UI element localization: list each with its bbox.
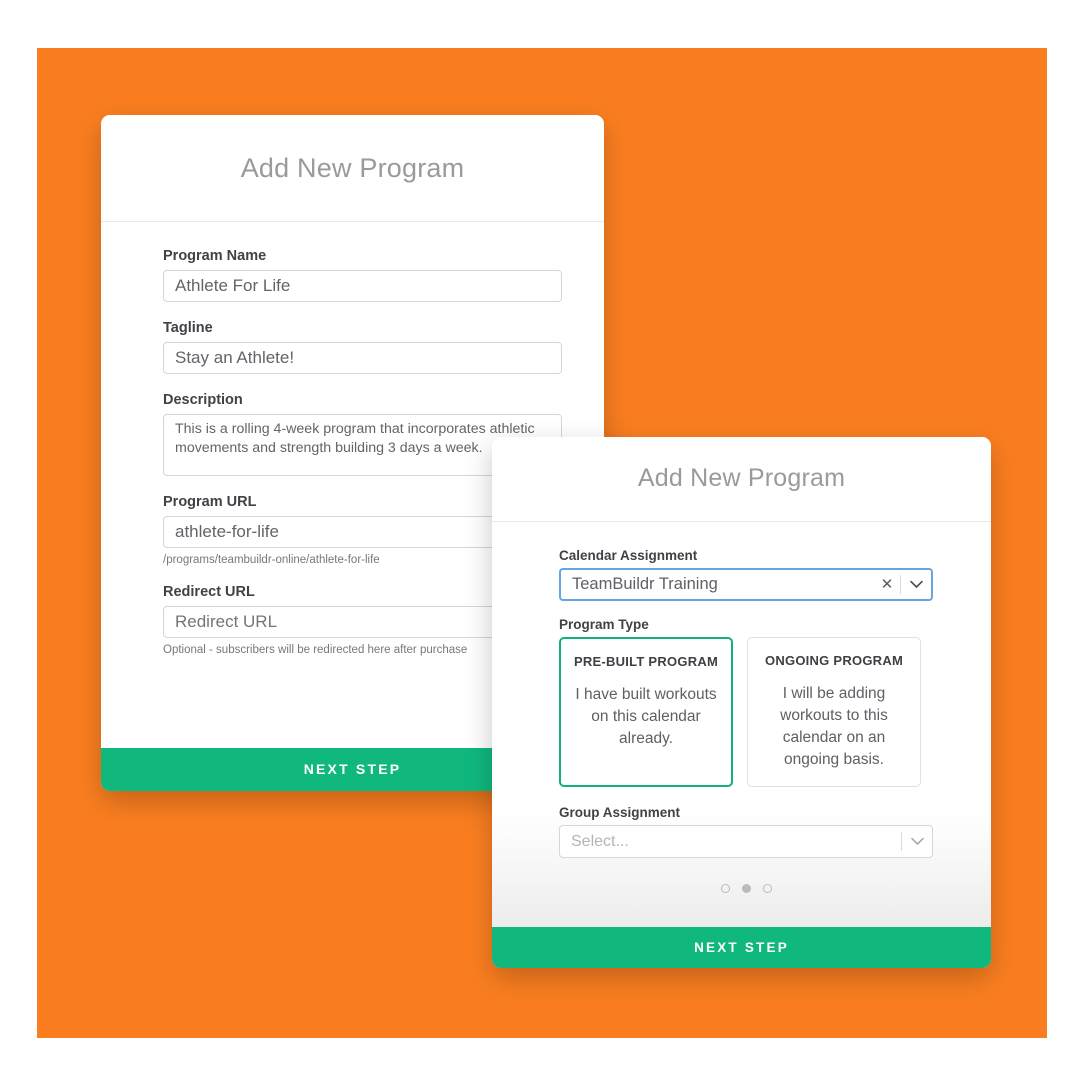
calendar-assignment-value: TeamBuildr Training bbox=[572, 575, 718, 593]
pagination-dot-1[interactable] bbox=[720, 884, 730, 893]
program-type-title: ONGOING PROGRAM bbox=[764, 653, 904, 668]
chevron-down-icon[interactable] bbox=[901, 580, 931, 589]
program-type-description: I have built workouts on this calendar a… bbox=[575, 686, 717, 747]
field-group-assignment: Group Assignment Select... bbox=[559, 805, 933, 858]
step-pagination-dots bbox=[559, 884, 933, 893]
tagline-input[interactable] bbox=[163, 342, 562, 374]
chevron-down-icon[interactable] bbox=[902, 837, 932, 846]
program-type-card-pre-built[interactable]: PRE-BUILT PROGRAM I have built workouts … bbox=[559, 637, 733, 787]
modal-header-step2: Add New Program bbox=[492, 437, 991, 522]
pagination-dot-2[interactable] bbox=[741, 884, 751, 893]
description-label: Description bbox=[163, 392, 243, 408]
group-assignment-placeholder: Select... bbox=[571, 832, 629, 850]
field-tagline: Tagline bbox=[163, 320, 562, 374]
program-type-label: Program Type bbox=[559, 617, 649, 632]
program-name-label: Program Name bbox=[163, 248, 267, 264]
modal-header-step1: Add New Program bbox=[101, 115, 604, 222]
screenshot-canvas: Add New Program Program Name Tagline Des… bbox=[0, 0, 1080, 1080]
calendar-assignment-select[interactable]: TeamBuildr Training ✕ bbox=[559, 568, 933, 601]
field-calendar-assignment: Calendar Assignment TeamBuildr Training … bbox=[559, 548, 933, 601]
pagination-dot-3[interactable] bbox=[762, 884, 772, 893]
add-new-program-modal-step2: Add New Program Calendar Assignment Team… bbox=[492, 437, 991, 968]
program-type-description: I will be adding workouts to this calend… bbox=[780, 685, 888, 768]
modal-body-step2: Calendar Assignment TeamBuildr Training … bbox=[492, 522, 991, 927]
program-type-card-ongoing[interactable]: ONGOING PROGRAM I will be adding workout… bbox=[747, 637, 921, 787]
program-name-input[interactable] bbox=[163, 270, 562, 302]
program-type-title: PRE-BUILT PROGRAM bbox=[573, 654, 719, 669]
field-program-type: Program Type PRE-BUILT PROGRAM I have bu… bbox=[559, 617, 933, 787]
field-program-name: Program Name bbox=[163, 248, 562, 302]
program-type-options: PRE-BUILT PROGRAM I have built workouts … bbox=[559, 637, 933, 787]
close-x-icon[interactable]: ✕ bbox=[874, 577, 900, 592]
page-title-step1: Add New Program bbox=[240, 153, 465, 183]
page-title-step2: Add New Program bbox=[637, 464, 846, 492]
tagline-label: Tagline bbox=[163, 320, 213, 336]
group-assignment-select[interactable]: Select... bbox=[559, 825, 933, 858]
next-step-button-step2[interactable]: NEXT STEP bbox=[492, 927, 991, 968]
group-assignment-label: Group Assignment bbox=[559, 805, 681, 820]
calendar-assignment-label: Calendar Assignment bbox=[559, 548, 698, 563]
